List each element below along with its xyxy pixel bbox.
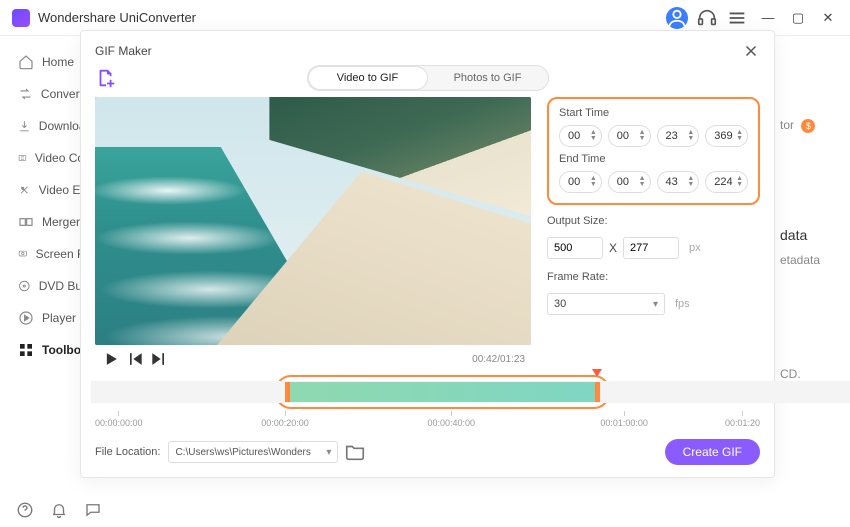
file-location-select[interactable]: C:\Users\ws\Pictures\Wonders: [168, 441, 338, 463]
modal-title: GIF Maker: [95, 44, 152, 58]
player-icon: [18, 310, 34, 326]
sidebar-item-label: Merger: [42, 215, 80, 229]
output-size-label: Output Size:: [547, 215, 760, 227]
background-panel: tor $ data etadata CD.: [780, 72, 850, 422]
settings-panel: Start Time 00▲▼ 00▲▼ 23▲▼ 369▲▼ End Time…: [531, 97, 760, 373]
sidebar-item-converter[interactable]: Converter: [0, 78, 90, 110]
toolbox-icon: [18, 342, 34, 358]
feedback-icon[interactable]: [84, 501, 102, 519]
start-ms-stepper[interactable]: 369▲▼: [705, 125, 748, 147]
sidebar-item-toolbox[interactable]: Toolbox: [0, 334, 90, 366]
timeline-selection-highlight: [275, 375, 610, 409]
end-time-label: End Time: [559, 153, 748, 165]
home-icon: [18, 54, 34, 70]
recorder-icon: [18, 246, 28, 262]
help-icon[interactable]: [16, 501, 34, 519]
dvd-icon: [18, 278, 31, 294]
tick-label: 00:00:00:00: [95, 411, 143, 428]
dimension-x: X: [609, 241, 617, 255]
app-title: Wondershare UniConverter: [38, 10, 196, 25]
output-width-input[interactable]: [547, 237, 603, 259]
sidebar-item-editor[interactable]: Video Editor: [0, 174, 90, 206]
gif-maker-modal: GIF Maker Video to GIF Photos to GIF: [80, 30, 775, 478]
app-logo: [12, 9, 30, 27]
open-folder-icon[interactable]: [344, 441, 366, 463]
file-location-label: File Location:: [95, 446, 160, 458]
frame-rate-label: Frame Rate:: [547, 271, 760, 283]
tick-label: 00:01:20: [725, 411, 760, 428]
playhead-icon[interactable]: [592, 369, 602, 377]
tick-label: 00:01:00:00: [600, 411, 648, 428]
prev-frame-icon[interactable]: [125, 349, 145, 369]
compress-icon: [18, 150, 27, 166]
end-hour-stepper[interactable]: 00▲▼: [559, 171, 602, 193]
sidebar-item-home[interactable]: Home: [0, 46, 90, 78]
next-frame-icon[interactable]: [149, 349, 169, 369]
download-icon: [18, 118, 31, 134]
headset-icon[interactable]: [696, 7, 718, 29]
statusbar: [0, 493, 850, 527]
convert-icon: [18, 86, 33, 102]
bg-label: tor: [780, 118, 794, 132]
end-ms-stepper[interactable]: 224▲▼: [705, 171, 748, 193]
merger-icon: [18, 214, 34, 230]
create-gif-button[interactable]: Create GIF: [665, 439, 760, 465]
start-min-stepper[interactable]: 00▲▼: [608, 125, 651, 147]
play-icon[interactable]: [101, 349, 121, 369]
timeline[interactable]: 00:00:00:00 00:00:20:00 00:00:40:00 00:0…: [95, 375, 760, 431]
start-sec-stepper[interactable]: 23▲▼: [657, 125, 700, 147]
tab-video-to-gif[interactable]: Video to GIF: [308, 66, 428, 90]
sidebar: Home Converter Downloader Video Compress…: [0, 36, 90, 493]
sidebar-item-dvd[interactable]: DVD Burner: [0, 270, 90, 302]
tab-switch: Video to GIF Photos to GIF: [307, 65, 549, 91]
sidebar-item-label: Player: [42, 311, 76, 325]
bg-label: data: [780, 227, 850, 243]
bell-icon[interactable]: [50, 501, 68, 519]
sidebar-item-player[interactable]: Player: [0, 302, 90, 334]
player-time: 00:42/01:23: [472, 354, 525, 365]
video-preview[interactable]: [95, 97, 531, 345]
tick-label: 00:00:20:00: [261, 411, 309, 428]
editor-icon: [18, 182, 31, 198]
hamburger-icon[interactable]: [726, 7, 748, 29]
timeline-ticks: 00:00:00:00 00:00:20:00 00:00:40:00 00:0…: [95, 411, 760, 431]
start-hour-stepper[interactable]: 00▲▼: [559, 125, 602, 147]
sidebar-item-label: Home: [42, 55, 74, 69]
bg-label: CD.: [780, 367, 850, 381]
window-maximize[interactable]: ▢: [788, 8, 808, 28]
frame-rate-unit: fps: [675, 298, 690, 310]
player-controls: 00:42/01:23: [95, 345, 531, 373]
sidebar-item-merger[interactable]: Merger: [0, 206, 90, 238]
pro-badge-icon: $: [801, 119, 815, 133]
bg-label: etadata: [780, 253, 850, 267]
end-sec-stepper[interactable]: 43▲▼: [657, 171, 700, 193]
sidebar-item-compressor[interactable]: Video Compressor: [0, 142, 90, 174]
tick-label: 00:00:40:00: [428, 411, 476, 428]
tab-photos-to-gif[interactable]: Photos to GIF: [428, 66, 548, 90]
add-file-icon[interactable]: [95, 67, 117, 89]
sidebar-item-recorder[interactable]: Screen Recorder: [0, 238, 90, 270]
sidebar-item-downloader[interactable]: Downloader: [0, 110, 90, 142]
output-unit: px: [689, 242, 701, 254]
timeline-selection[interactable]: [285, 382, 600, 402]
start-time-label: Start Time: [559, 107, 748, 119]
close-icon[interactable]: [742, 42, 760, 60]
time-range-highlight: Start Time 00▲▼ 00▲▼ 23▲▼ 369▲▼ End Time…: [547, 97, 760, 205]
frame-rate-select[interactable]: 30: [547, 293, 665, 315]
window-close[interactable]: ✕: [818, 8, 838, 28]
user-avatar[interactable]: [666, 7, 688, 29]
end-min-stepper[interactable]: 00▲▼: [608, 171, 651, 193]
output-height-input[interactable]: [623, 237, 679, 259]
window-minimize[interactable]: —: [758, 8, 778, 28]
